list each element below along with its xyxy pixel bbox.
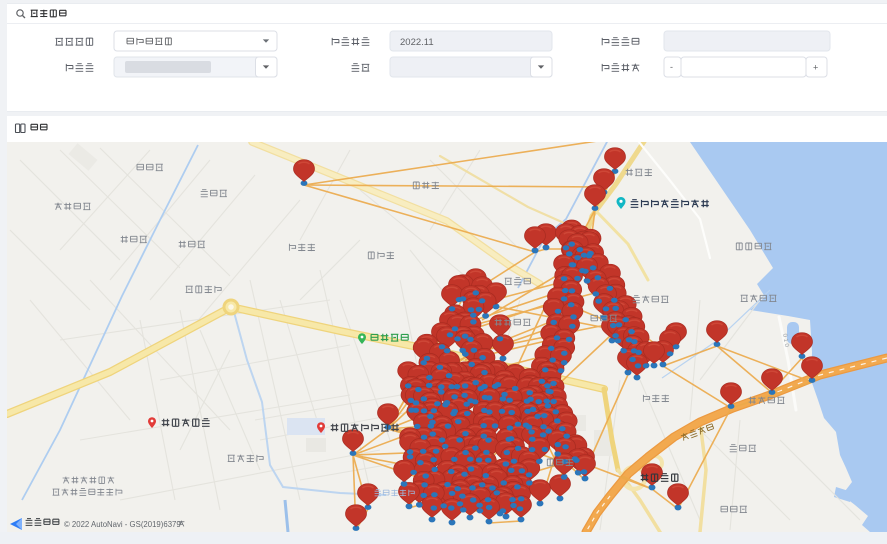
svg-text:2022.11: 2022.11	[400, 37, 434, 48]
svg-text:+: +	[813, 63, 818, 73]
svg-text:© 2022 AutoNavi - GS(2019)6379: © 2022 AutoNavi - GS(2019)6379	[64, 520, 181, 529]
svg-text:-: -	[670, 62, 673, 72]
